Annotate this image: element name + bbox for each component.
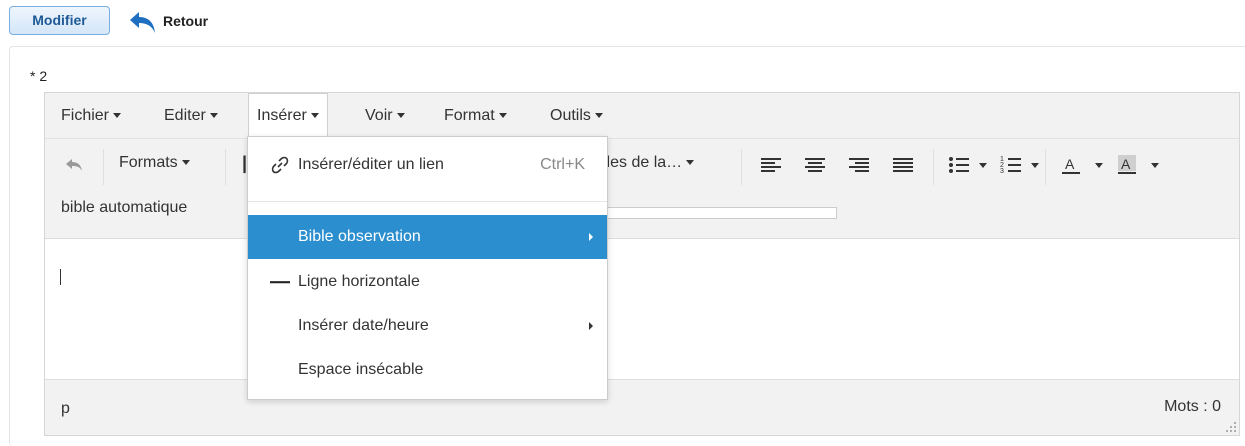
text-cursor [60,269,61,285]
chevron-down-icon [181,160,190,166]
shortcut-label: Ctrl+K [540,156,585,173]
svg-text:A: A [1065,156,1075,172]
menu-outils[interactable]: Outils [542,93,611,139]
chevron-down-icon [310,113,319,119]
chevron-down-icon[interactable] [1151,163,1159,168]
chevron-down-icon [396,113,405,119]
retour-link[interactable]: Retour [163,13,208,29]
editor-statusbar: p Mots : 0 [45,379,1239,435]
bullet-list-icon[interactable] [945,151,973,179]
background-color-icon[interactable]: A [1113,151,1141,179]
back-arrow-icon[interactable] [127,6,159,38]
undo-icon[interactable] [63,153,87,177]
menu-editer[interactable]: Editer [156,93,226,139]
bible-auto-button[interactable]: bible automatique [61,199,187,217]
link-icon [271,156,289,174]
menu-fichier[interactable]: Fichier [53,93,129,139]
text-color-icon[interactable]: A [1057,151,1085,179]
chevron-down-icon[interactable] [979,163,987,168]
menu-divider [248,201,607,202]
word-count: Mots : 0 [1164,398,1221,415]
toolbar-divider [741,149,742,185]
editor-toolbar: Formats | lles de la… 1 2 3 A A bible au… [45,139,1239,239]
insert-menu-dropdown: Insérer/éditer un lien Ctrl+K Bible obse… [247,136,608,400]
toolbar-divider [225,149,226,185]
menu-bible-observation[interactable]: Bible observation [248,215,607,259]
align-left-icon[interactable] [757,151,785,179]
chevron-down-icon [209,113,218,119]
resize-grip-icon[interactable] [1225,421,1237,433]
chevron-down-icon [594,113,603,119]
chevron-down-icon[interactable] [1031,163,1039,168]
horizontal-line-icon [270,281,290,284]
chevron-down-icon [686,160,695,166]
menu-nonbreaking-space[interactable]: Espace insécable [248,348,607,392]
toolbar-input[interactable] [605,207,837,219]
svg-text:3: 3 [1000,168,1004,175]
menu-insert-link[interactable]: Insérer/éditer un lien Ctrl+K [248,143,607,187]
formats-dropdown[interactable]: Formats [119,154,190,172]
menu-format[interactable]: Format [436,93,515,139]
toolbar-divider [103,149,104,185]
menu-horizontal-line[interactable]: Ligne horizontale [248,260,607,304]
numbered-list-icon[interactable]: 1 2 3 [997,151,1025,179]
align-justify-icon[interactable] [889,151,917,179]
toolbar-divider [1045,149,1046,185]
chevron-down-icon [498,113,507,119]
editor-menubar: Fichier Editer Insérer Voir Format Outil… [45,93,1239,140]
svg-text:A: A [1121,156,1131,172]
rich-text-editor: Fichier Editer Insérer Voir Format Outil… [44,92,1240,436]
editor-content[interactable] [45,239,1239,379]
menu-inserer[interactable]: Insérer [248,93,328,140]
element-path[interactable]: p [61,400,70,418]
chevron-right-icon [589,322,593,330]
chevron-down-icon [113,113,122,119]
align-center-icon[interactable] [801,151,829,179]
chevron-right-icon [589,233,593,241]
align-right-icon[interactable] [845,151,873,179]
chevron-down-icon[interactable] [1095,163,1103,168]
modifier-button[interactable]: Modifier [9,6,110,35]
top-bar: Modifier Retour [0,0,1245,44]
style-dropdown[interactable]: lles de la… [603,154,695,172]
field-label: * 2 [30,68,48,84]
menu-voir[interactable]: Voir [357,93,413,139]
toolbar-divider [933,149,934,185]
menu-insert-datetime[interactable]: Insérer date/heure [248,304,607,348]
